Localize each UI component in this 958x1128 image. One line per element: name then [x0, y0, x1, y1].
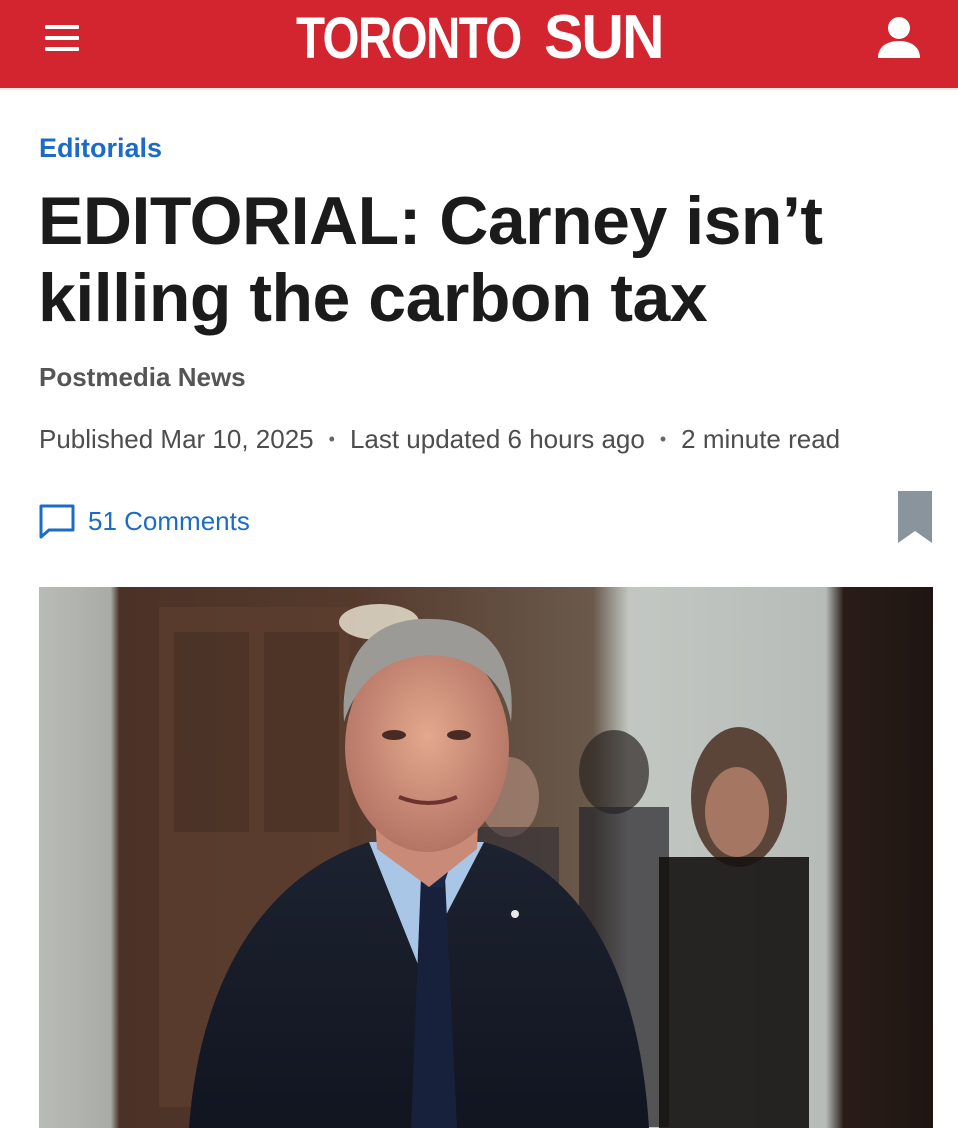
comment-bubble-icon — [38, 502, 76, 540]
article-author[interactable]: Postmedia News — [39, 360, 246, 394]
logo-text-toronto: TORONTO — [296, 6, 522, 71]
section-link-editorials[interactable]: Editorials — [39, 131, 162, 165]
article-headline: EDITORIAL: Carney isn’t killing the carb… — [38, 183, 823, 336]
published-date: Published Mar 10, 2025 — [39, 424, 314, 454]
article-meta: Published Mar 10, 2025 • Last updated 6 … — [39, 421, 840, 457]
comments-count-label: 51 Comments — [88, 505, 250, 536]
site-header: TORONTO SUN — [0, 0, 958, 90]
hamburger-menu-icon[interactable] — [38, 18, 86, 58]
article-hero-image — [39, 587, 933, 1128]
last-updated: Last updated 6 hours ago — [349, 424, 645, 454]
meta-separator: • — [659, 429, 667, 449]
user-icon[interactable] — [870, 10, 928, 66]
bookmark-icon[interactable] — [896, 489, 934, 545]
site-logo[interactable]: TORONTO SUN — [296, 3, 669, 72]
read-time: 2 minute read — [681, 424, 841, 454]
meta-separator: • — [328, 429, 335, 449]
logo-text-sun: SUN — [544, 3, 665, 72]
comments-link[interactable]: 51 Comments — [38, 502, 250, 540]
